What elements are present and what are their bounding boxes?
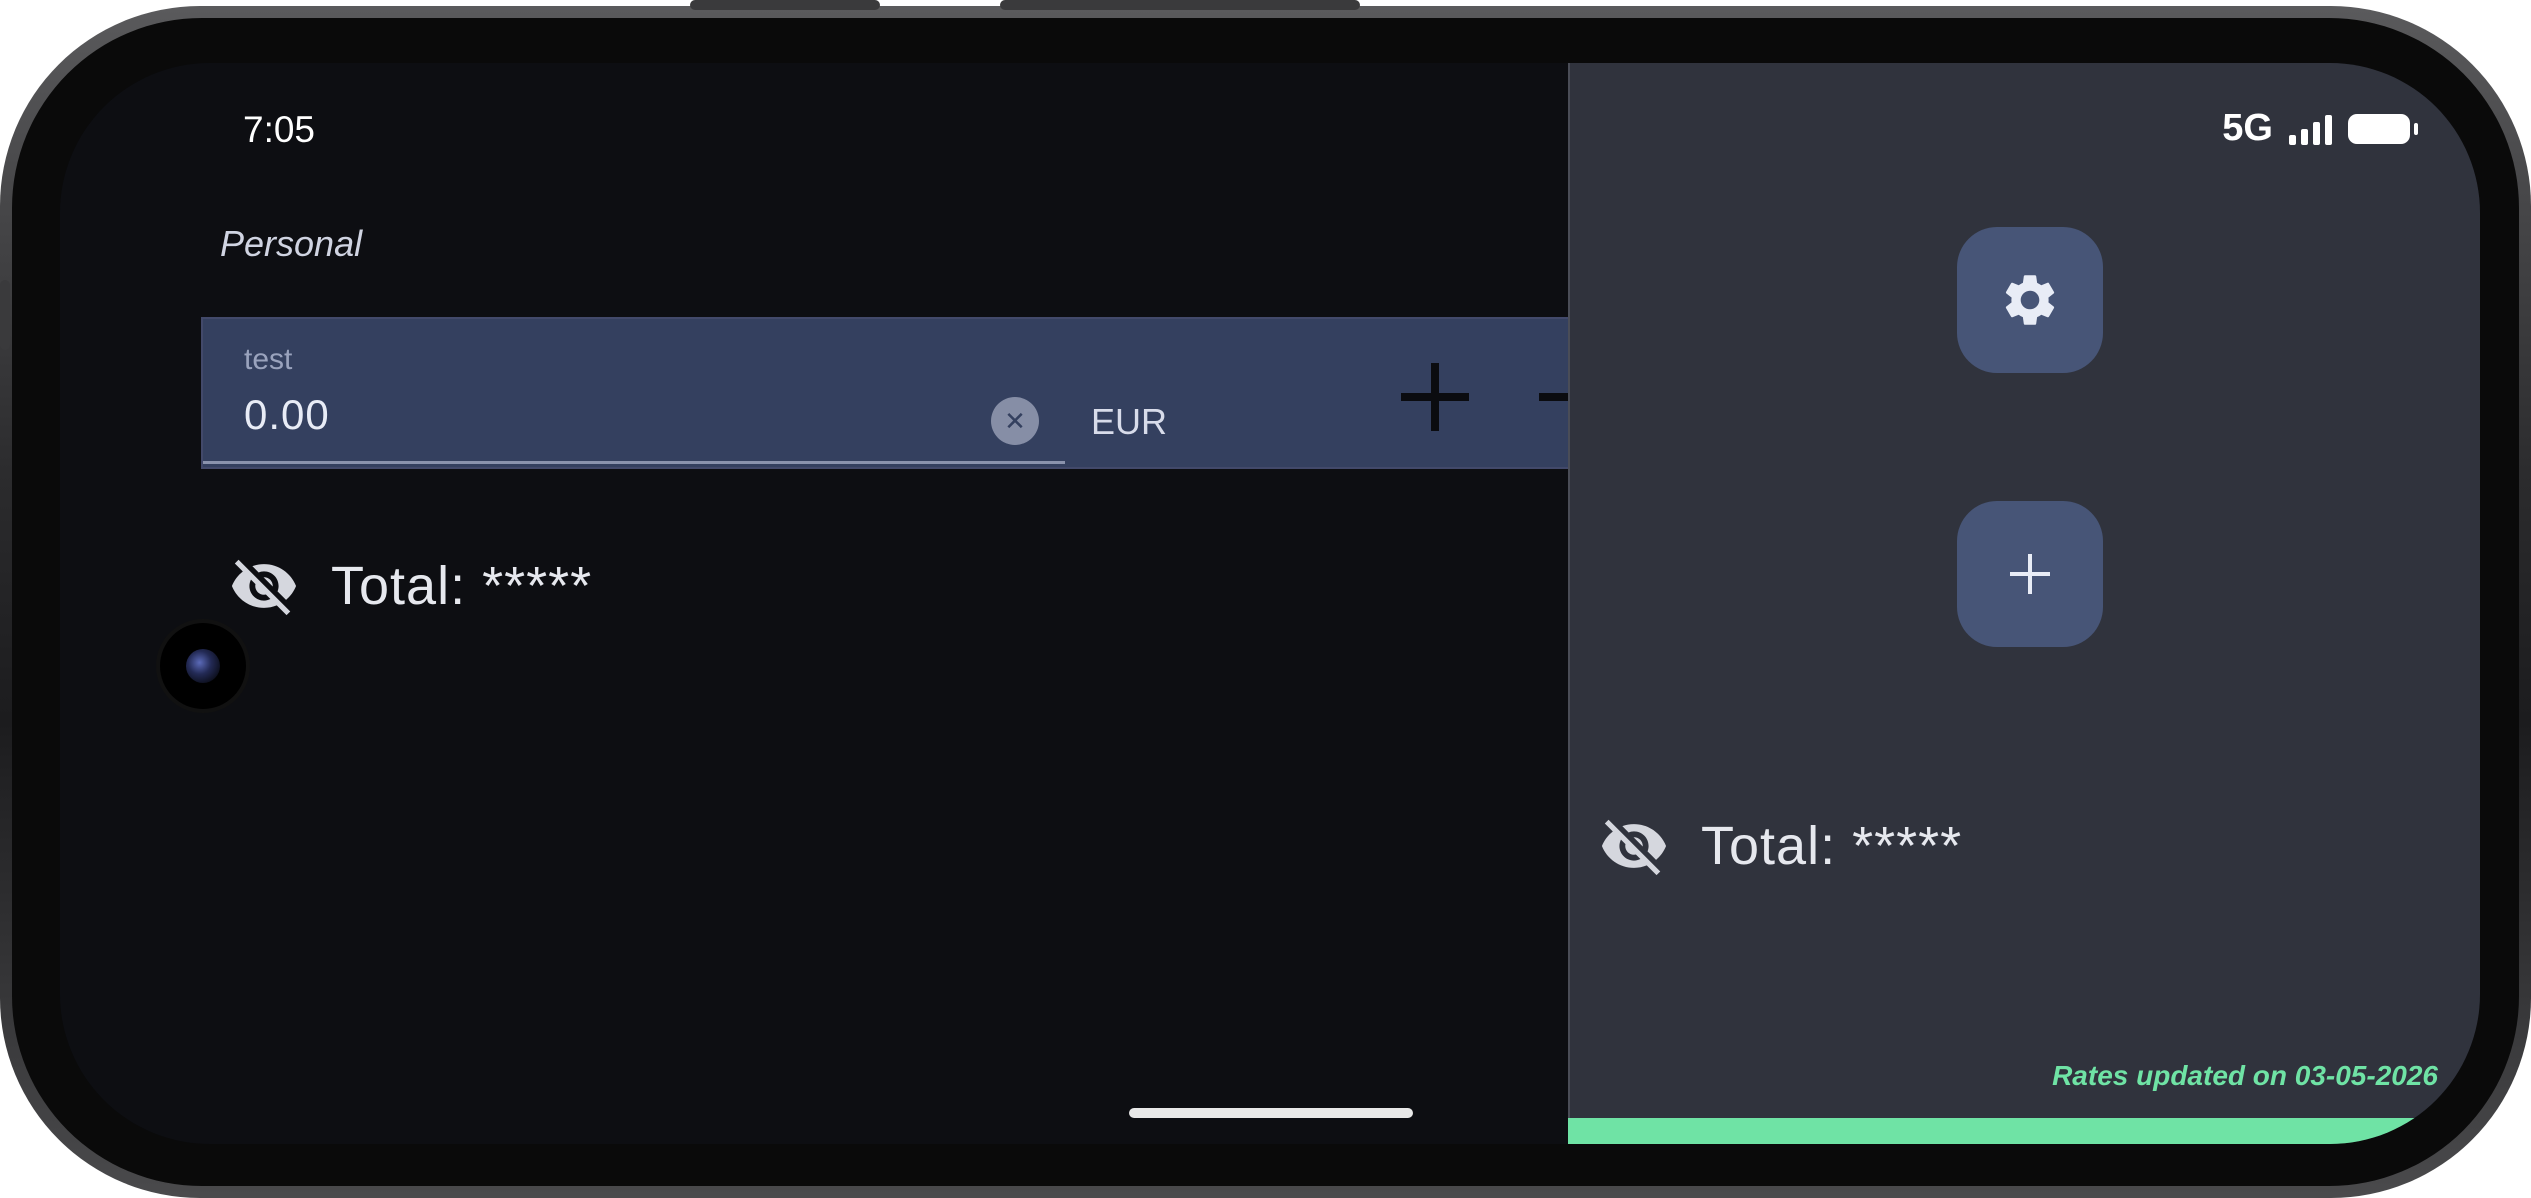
side-button [0, 280, 10, 350]
main-pane: 7:05 Personal test 0.00 ✕ EUR Total: ***… [60, 63, 1603, 1144]
status-indicators: 5G [2222, 107, 2418, 150]
home-indicator[interactable] [1129, 1108, 1413, 1118]
gear-icon [2005, 275, 2055, 325]
eye-off-icon[interactable] [225, 551, 303, 621]
settings-button[interactable] [1957, 227, 2103, 373]
rates-progress-bar [1568, 1118, 2480, 1144]
rates-updated-text: Rates updated on 03-05-2026 [2052, 1060, 2438, 1091]
rates-progress-fill [1568, 1118, 2480, 1144]
volume-up-button [690, 0, 880, 10]
battery-icon [2348, 113, 2418, 144]
eye-off-icon[interactable] [1595, 811, 1673, 881]
screen: 7:05 Personal test 0.00 ✕ EUR Total: ***… [60, 63, 2480, 1144]
currency-selector[interactable]: EUR [1091, 401, 1167, 443]
plus-icon [2010, 554, 2050, 594]
amount-input[interactable]: 0.00 [244, 391, 330, 439]
amount-field-underline [203, 461, 1065, 464]
volume-down-button [1000, 0, 1360, 10]
profile-label: Personal [220, 223, 363, 264]
total-label: Total: ***** [331, 556, 593, 616]
front-camera [160, 623, 246, 709]
total-row: Total: ***** [225, 551, 592, 621]
add-button[interactable] [1957, 501, 2103, 647]
entry-card: test 0.00 ✕ EUR [201, 317, 1603, 469]
camera-lens [186, 649, 220, 683]
increment-button[interactable] [1395, 357, 1475, 437]
side-total-label: Total: ***** [1701, 816, 1963, 876]
plus-icon [1401, 363, 1469, 431]
status-time: 7:05 [243, 109, 316, 150]
signal-icon [2289, 113, 2332, 145]
amount-field-label: test [244, 343, 293, 376]
close-icon: ✕ [1004, 405, 1026, 436]
side-total-row: Total: ***** [1595, 811, 1962, 881]
clear-amount-button[interactable]: ✕ [991, 397, 1039, 445]
network-type: 5G [2222, 107, 2273, 149]
